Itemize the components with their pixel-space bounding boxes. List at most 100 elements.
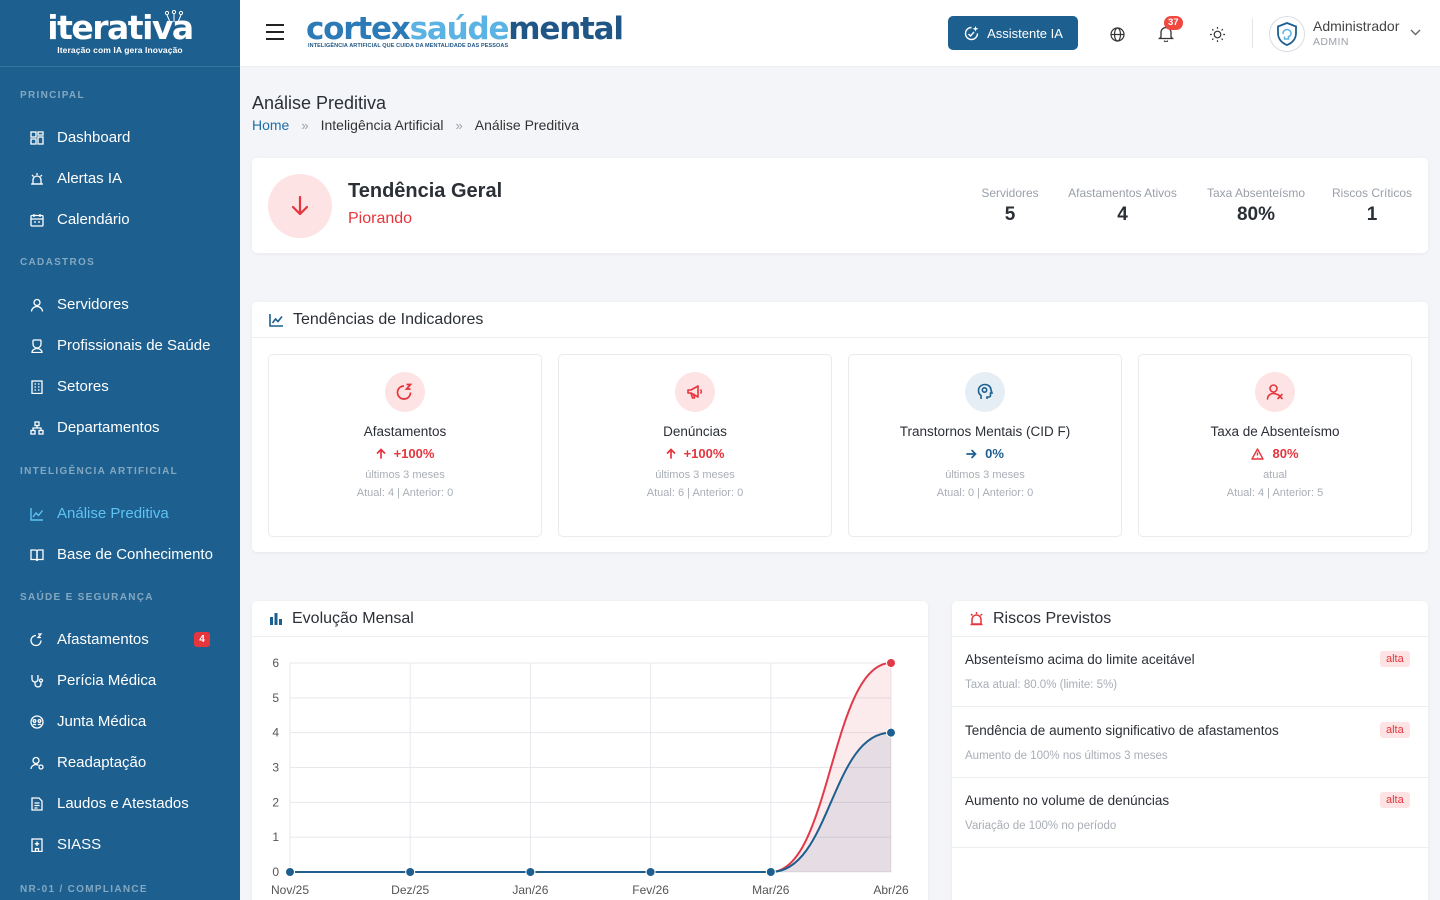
y-tick-label: 5 <box>272 691 279 705</box>
risks-title: Riscos Previstos <box>993 609 1112 627</box>
indicator-change: 80% <box>1139 446 1411 461</box>
x-tick-label: Jan/26 <box>512 883 548 897</box>
stat-label: Afastamentos Ativos <box>1068 186 1177 200</box>
bar-chart-icon <box>270 613 282 625</box>
sun-icon[interactable] <box>1208 25 1226 43</box>
menu-toggle-icon[interactable] <box>266 24 284 40</box>
doctor-icon <box>29 338 45 354</box>
building-icon <box>29 379 45 395</box>
sidebar-item-label: Servidores <box>57 296 129 313</box>
indicator-taxa-absenteismo: Taxa de Absenteísmo 80% atual Atual: 4 |… <box>1138 354 1412 537</box>
ai-assistant-button[interactable]: Assistente IA <box>948 16 1078 50</box>
sidebar-item-base-conhecimento[interactable]: Base de Conhecimento <box>0 534 240 575</box>
indicator-change: 0% <box>849 446 1121 461</box>
globe-icon[interactable] <box>1108 25 1126 43</box>
risk-level-badge: alta <box>1380 651 1410 667</box>
arrow-up-icon <box>376 448 385 459</box>
risk-description: Taxa atual: 80.0% (limite: 5%) <box>965 679 1118 691</box>
sidebar-item-label: Setores <box>57 378 109 395</box>
trend-title: Tendência Geral <box>348 180 503 202</box>
sidebar-item-readaptacao[interactable]: Readaptação <box>0 742 240 783</box>
chevron-down-icon[interactable] <box>1410 29 1421 36</box>
user-x-icon <box>1255 372 1295 412</box>
sidebar-item-afastamentos[interactable]: Afastamentos 4 <box>0 619 240 660</box>
stat-label: Riscos Críticos <box>1331 186 1412 200</box>
page-title: Análise Preditiva <box>252 93 387 113</box>
indicator-afastamentos: Afastamentos +100% últimos 3 meses Atual… <box>268 354 542 537</box>
breadcrumb-separator-icon: » <box>455 117 463 133</box>
grid-icon <box>29 130 45 146</box>
risk-title: Aumento no volume de denúncias <box>965 793 1170 808</box>
sidebar-item-setores[interactable]: Setores <box>0 366 240 407</box>
y-tick-label: 2 <box>272 795 279 809</box>
breadcrumb-ia[interactable]: Inteligência Artificial <box>321 117 444 133</box>
app-logo[interactable]: cortexsaúdemental INTELIGÊNCIA ARTIFICIA… <box>306 11 624 49</box>
sidebar-item-alertas-ia[interactable]: Alertas IA <box>0 158 240 199</box>
risk-description: Aumento de 100% nos últimos 3 meses <box>965 750 1168 762</box>
indicator-comparison: Atual: 4 | Anterior: 5 <box>1226 487 1324 499</box>
sidebar-item-dashboard[interactable]: Dashboard <box>0 117 240 158</box>
data-point <box>285 867 295 877</box>
y-tick-label: 0 <box>272 865 279 879</box>
arrow-down-icon <box>291 195 309 216</box>
risks-card-header: Riscos Previstos <box>952 601 1428 637</box>
indicator-change-value: +100% <box>683 446 725 461</box>
sidebar-item-servidores[interactable]: Servidores <box>0 284 240 325</box>
arrow-right-icon <box>966 449 977 458</box>
sidebar-item-siass[interactable]: SIASS <box>0 824 240 865</box>
stat-value: 80% <box>1236 204 1276 225</box>
notification-count-badge: 37 <box>1164 16 1183 30</box>
ai-assistant-label: Assistente IA <box>987 25 1063 41</box>
indicators-card-header: Tendências de Indicadores <box>252 302 1428 338</box>
data-point <box>886 727 896 738</box>
x-tick-label: Mar/26 <box>752 883 790 897</box>
sidebar-item-profissionais[interactable]: Profissionais de Saúde <box>0 325 240 366</box>
chart-line-icon <box>29 506 45 522</box>
indicator-name: Denúncias <box>663 424 727 439</box>
user-icon <box>29 297 45 313</box>
brand-logo[interactable]: iterativa Iteração com IA gera Inovação <box>0 0 240 67</box>
avatar[interactable] <box>1269 16 1305 52</box>
indicator-change-value: +100% <box>393 446 435 461</box>
sidebar-item-calendario[interactable]: Calendário <box>0 199 240 240</box>
data-point <box>525 867 536 877</box>
line-chart: 0 1 2 3 4 5 6 Nov/25 Dez/25 Jan/26 Fev/26 Mar/26 Abr… <box>271 656 909 897</box>
section-title-ia: INTELIGÊNCIA ARTIFICIAL <box>20 466 179 477</box>
logo-part-2: saúde <box>409 11 510 47</box>
risk-level-badge: alta <box>1380 722 1410 738</box>
risk-description: Variação de 100% no período <box>965 820 1117 832</box>
x-tick-label: Abr/26 <box>873 883 909 897</box>
breadcrumb-home[interactable]: Home <box>252 117 289 133</box>
stethoscope-icon <box>29 673 45 689</box>
sidebar-item-laudos[interactable]: Laudos e Atestados <box>0 783 240 824</box>
y-tick-label: 6 <box>272 656 279 670</box>
sidebar-item-label: Calendário <box>57 211 130 228</box>
sidebar-item-pericia-medica[interactable]: Perícia Médica <box>0 660 240 701</box>
sidebar-item-analise-preditiva[interactable]: Análise Preditiva <box>0 493 240 534</box>
indicator-change: +100% <box>269 446 541 461</box>
indicator-denuncias: Denúncias +100% últimos 3 meses Atual: 6… <box>558 354 832 537</box>
chart-card-header: Evolução Mensal <box>252 601 928 637</box>
risk-item[interactable]: Aumento no volume de denúncias Variação … <box>952 778 1428 848</box>
user-name[interactable]: Administrador <box>1313 18 1399 34</box>
stat-label: Taxa Absenteísmo <box>1206 186 1306 200</box>
hospital-icon <box>29 837 45 853</box>
risk-item[interactable]: Tendência de aumento significativo de af… <box>952 708 1428 778</box>
top-header: cortexsaúdemental INTELIGÊNCIA ARTIFICIA… <box>240 0 1440 67</box>
shield-brain-icon <box>1277 22 1297 46</box>
indicator-transtornos-mentais: Transtornos Mentais (CID F) 0% últimos 3… <box>848 354 1122 537</box>
trend-indicator <box>268 174 332 238</box>
sidebar-item-departamentos[interactable]: Departamentos <box>0 407 240 448</box>
logo-part-1: cortex <box>306 11 411 47</box>
sidebar: iterativa Iteração com IA gera Inovação … <box>0 0 240 900</box>
sidebar-item-label: Profissionais de Saúde <box>57 337 211 354</box>
indicator-change: +100% <box>559 446 831 461</box>
stat-riscos-criticos: Riscos Críticos 1 <box>1330 186 1414 226</box>
group-icon <box>29 714 45 730</box>
indicator-period: últimos 3 meses <box>365 469 445 481</box>
chart-line-icon <box>269 313 283 327</box>
circuit-icon <box>164 10 184 23</box>
sidebar-item-junta-medica[interactable]: Junta Médica <box>0 701 240 742</box>
monthly-evolution-card: Evolução Mensal 0 1 2 3 4 5 6 Nov/25 Dez/25 Jan/2… <box>252 601 928 900</box>
risk-item[interactable]: Absenteísmo acima do limite aceitável Ta… <box>952 637 1428 707</box>
